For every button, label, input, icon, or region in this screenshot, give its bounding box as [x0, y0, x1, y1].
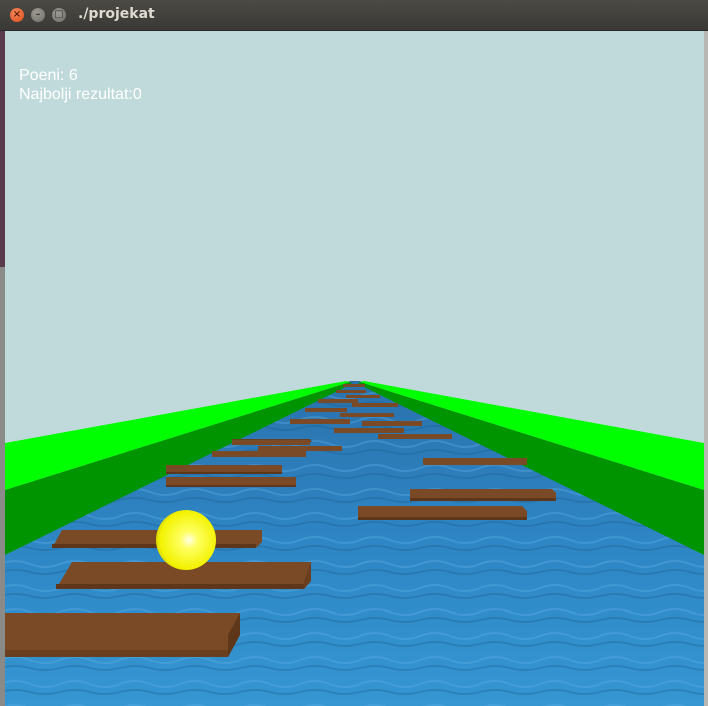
maximize-button[interactable]: □	[52, 8, 66, 22]
game-scene	[5, 31, 704, 706]
hud: Poeni: 6 Najbolji rezultat:0	[19, 66, 142, 104]
minimize-icon: –	[35, 9, 41, 20]
plank	[258, 446, 342, 451]
background-desktop-right	[704, 31, 708, 706]
minimize-button[interactable]: –	[31, 8, 45, 22]
plank	[5, 613, 240, 657]
close-button[interactable]: ×	[10, 8, 24, 22]
plank	[212, 451, 306, 457]
app-window: × – □ ./projekat Poeni: 6 Najbolji rezul…	[0, 0, 708, 706]
plank	[358, 506, 527, 520]
player-ball	[156, 510, 216, 570]
best-score-label: Najbolji rezultat:0	[19, 86, 142, 103]
score-label: Poeni: 6	[19, 67, 78, 84]
plank	[166, 477, 296, 487]
maximize-icon: □	[54, 9, 64, 20]
plank	[166, 465, 282, 474]
game-canvas[interactable]: Poeni: 6 Najbolji rezultat:0	[5, 31, 704, 706]
plank	[410, 489, 556, 501]
plank	[232, 439, 312, 445]
title-bar[interactable]: × – □ ./projekat	[0, 0, 708, 31]
window-title: ./projekat	[78, 6, 155, 22]
plank	[423, 458, 527, 465]
close-icon: ×	[12, 9, 22, 20]
